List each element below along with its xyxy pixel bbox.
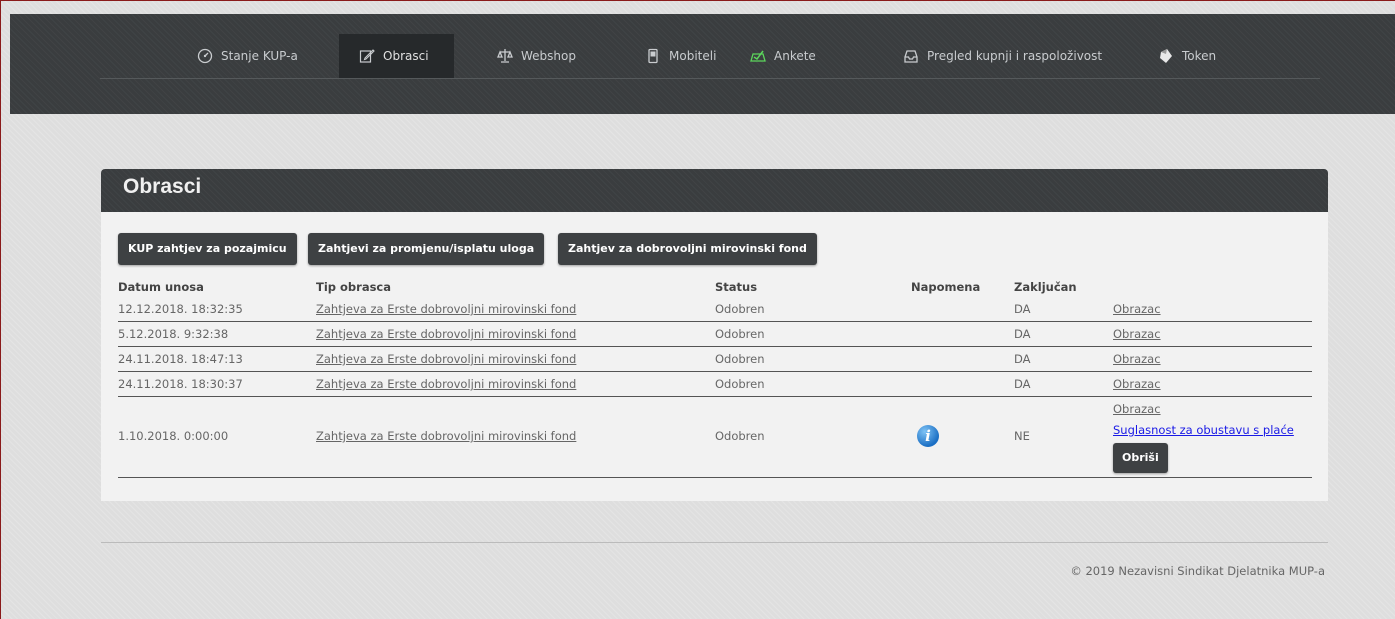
column-header-type: Tip obrasca — [316, 280, 392, 294]
cell-locked: DA — [1014, 302, 1031, 316]
row-divider — [118, 321, 1312, 322]
cell-status: Odobren — [715, 327, 765, 341]
nav-label: Token — [1182, 49, 1217, 63]
row-divider — [118, 371, 1312, 372]
obrazac-link[interactable]: Obrazac — [1113, 377, 1161, 391]
nav-item-ankete[interactable]: Ankete — [750, 34, 816, 78]
cell-type-link[interactable]: Zahtjeva za Erste dobrovoljni mirovinski… — [316, 377, 576, 391]
page-title: Obrasci — [123, 175, 202, 198]
column-header-status: Status — [715, 280, 758, 294]
edit-icon — [359, 48, 375, 64]
cell-date: 1.10.2018. 0:00:00 — [118, 429, 229, 443]
column-header-locked: Zaključan — [1014, 280, 1077, 294]
nav-label: Ankete — [774, 49, 816, 63]
loan-request-button[interactable]: KUP zahtjev za pozajmicu — [118, 233, 297, 265]
obrazac-link[interactable]: Obrazac — [1113, 302, 1161, 316]
cell-date: 5.12.2018. 9:32:38 — [118, 327, 229, 341]
scale-icon — [497, 48, 513, 64]
token-icon — [1158, 48, 1174, 64]
main-nav: Stanje KUP-a Obrasci Webshop Mobiteli An… — [100, 34, 1320, 79]
nav-item-pregled-kupnji[interactable]: Pregled kupnji i raspoloživost — [903, 34, 1102, 78]
panel-header: Obrasci — [101, 169, 1328, 212]
nav-item-webshop[interactable]: Webshop — [497, 34, 576, 78]
obrazac-link[interactable]: Obrazac — [1113, 352, 1161, 366]
nav-label: Pregled kupnji i raspoloživost — [927, 49, 1103, 63]
nav-item-stanje-kup[interactable]: Stanje KUP-a — [197, 34, 298, 78]
nav-label: Obrasci — [383, 49, 429, 63]
info-icon[interactable]: i — [917, 425, 939, 447]
salary-deduction-consent-link[interactable]: Suglasnost za obustavu s plaće — [1113, 423, 1294, 437]
cell-status: Odobren — [715, 302, 765, 316]
cell-locked: DA — [1014, 377, 1031, 391]
row-divider — [118, 346, 1312, 347]
cell-date: 24.11.2018. 18:30:37 — [118, 377, 243, 391]
cell-date: 12.12.2018. 18:32:35 — [118, 302, 243, 316]
contribution-change-button[interactable]: Zahtjevi za promjenu/isplatu uloga — [308, 233, 545, 265]
footer-divider — [101, 542, 1328, 543]
obrazac-link[interactable]: Obrazac — [1113, 402, 1161, 416]
cell-status: Odobren — [715, 377, 765, 391]
column-header-date: Datum unosa — [118, 280, 204, 294]
cell-locked: NE — [1014, 429, 1030, 443]
pension-fund-button[interactable]: Zahtjev za dobrovoljni mirovinski fond — [558, 233, 817, 265]
obrazac-link[interactable]: Obrazac — [1113, 327, 1161, 341]
gauge-icon — [197, 48, 213, 64]
phone-icon — [645, 48, 661, 64]
cell-date: 24.11.2018. 18:47:13 — [118, 352, 243, 366]
delete-button[interactable]: Obriši — [1113, 443, 1168, 473]
cell-type-link[interactable]: Zahtjeva za Erste dobrovoljni mirovinski… — [316, 429, 576, 443]
cell-locked: DA — [1014, 352, 1031, 366]
row-divider — [118, 396, 1312, 397]
inbox-icon — [903, 48, 919, 64]
cell-type-link[interactable]: Zahtjeva za Erste dobrovoljni mirovinski… — [316, 302, 576, 316]
cell-type-link[interactable]: Zahtjeva za Erste dobrovoljni mirovinski… — [316, 352, 576, 366]
nav-label: Webshop — [521, 49, 576, 63]
row-divider — [118, 477, 1312, 478]
nav-label: Stanje KUP-a — [221, 49, 298, 63]
nav-label: Mobiteli — [669, 49, 717, 63]
poll-icon — [750, 48, 766, 64]
cell-type-link[interactable]: Zahtjeva za Erste dobrovoljni mirovinski… — [316, 327, 576, 341]
nav-item-token[interactable]: Token — [1158, 34, 1216, 78]
column-header-note: Napomena — [911, 280, 981, 294]
nav-item-mobiteli[interactable]: Mobiteli — [645, 34, 716, 78]
obrasci-panel: Obrasci KUP zahtjev za pozajmicu Zahtjev… — [101, 169, 1328, 501]
footer-copyright: © 2019 Nezavisni Sindikat Djelatnika MUP… — [1070, 564, 1325, 578]
nav-item-obrasci[interactable]: Obrasci — [339, 34, 454, 78]
cell-status: Odobren — [715, 352, 765, 366]
top-navigation-bar: Stanje KUP-a Obrasci Webshop Mobiteli An… — [10, 14, 1395, 114]
cell-status: Odobren — [715, 429, 765, 443]
cell-locked: DA — [1014, 327, 1031, 341]
